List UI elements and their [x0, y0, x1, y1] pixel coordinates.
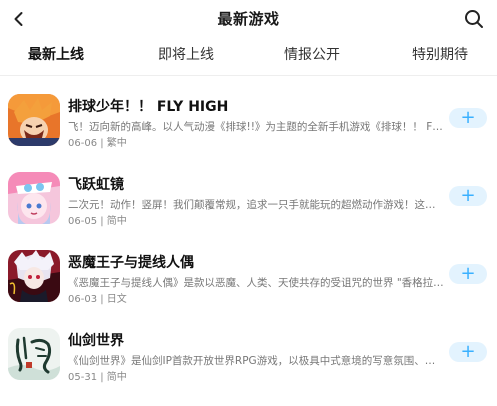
tab-label: 即将上线 [158, 47, 214, 63]
page-title: 最新游戏 [217, 10, 280, 28]
game-release-meta: 06-05 | 简中 [68, 216, 127, 227]
top-bar: 最新游戏 [0, 0, 497, 38]
tab-latest-release[interactable]: 最新上线 [28, 44, 84, 70]
game-icon [8, 328, 60, 380]
tab-upcoming[interactable]: 即将上线 [158, 44, 214, 68]
game-icon [8, 172, 60, 224]
search-icon[interactable] [461, 6, 487, 32]
add-button[interactable]: + [449, 342, 487, 362]
add-button[interactable]: + [449, 264, 487, 284]
tab-info-reveal[interactable]: 情报公开 [284, 44, 340, 68]
game-title: 恶魔王子与提线人偶 [68, 255, 194, 271]
tab-label: 情报公开 [284, 47, 340, 63]
tab-label: 特别期待 [412, 47, 468, 63]
tab-bar: 最新上线 即将上线 情报公开 特别期待 [0, 38, 497, 74]
game-description: 《恶魔王子与提线人偶》是款以恶魔、人类、天使共存的受诅咒的世界 "香格拉" 为.… [68, 277, 444, 289]
game-release-meta: 06-06 | 繁中 [68, 138, 127, 149]
game-list-item[interactable]: 排球少年！！ FLY HIGH 飞！迈向新的高峰。以人气动漫《排球!!》为主题的… [0, 94, 497, 172]
add-button[interactable]: + [449, 108, 487, 128]
game-title: 飞跃虹镜 [68, 177, 124, 193]
game-icon [8, 250, 60, 302]
game-title: 排球少年！！ FLY HIGH [68, 99, 229, 115]
game-description: 二次元！动作！竖屏！我们颠覆常规，追求一只手就能玩的超燃动作游戏！这可不... [68, 199, 444, 211]
game-release-meta: 05-31 | 简中 [68, 372, 127, 383]
game-list-item[interactable]: 仙剑世界 《仙剑世界》是仙剑IP首款开放世界RPG游戏，以极具中式意境的写意氛围… [0, 328, 497, 406]
game-release-meta: 06-03 | 日文 [68, 294, 127, 305]
game-title: 仙剑世界 [68, 333, 124, 349]
game-icon [8, 94, 60, 146]
game-description: 飞！迈向新的高峰。以人气动漫《排球!!》为主题的全新手机游戏《排球！！ FLY … [68, 121, 444, 133]
tab-divider [0, 75, 497, 76]
tab-most-anticipated[interactable]: 特别期待 [412, 44, 468, 68]
active-tab-indicator [28, 64, 84, 70]
game-list-item[interactable]: 恶魔王子与提线人偶 《恶魔王子与提线人偶》是款以恶魔、人类、天使共存的受诅咒的世… [0, 250, 497, 328]
tab-label: 最新上线 [28, 47, 84, 63]
game-description: 《仙剑世界》是仙剑IP首款开放世界RPG游戏，以极具中式意境的写意氛围、万物..… [68, 355, 444, 367]
game-list-item[interactable]: 飞跃虹镜 二次元！动作！竖屏！我们颠覆常规，追求一只手就能玩的超燃动作游戏！这可… [0, 172, 497, 250]
add-button[interactable]: + [449, 186, 487, 206]
